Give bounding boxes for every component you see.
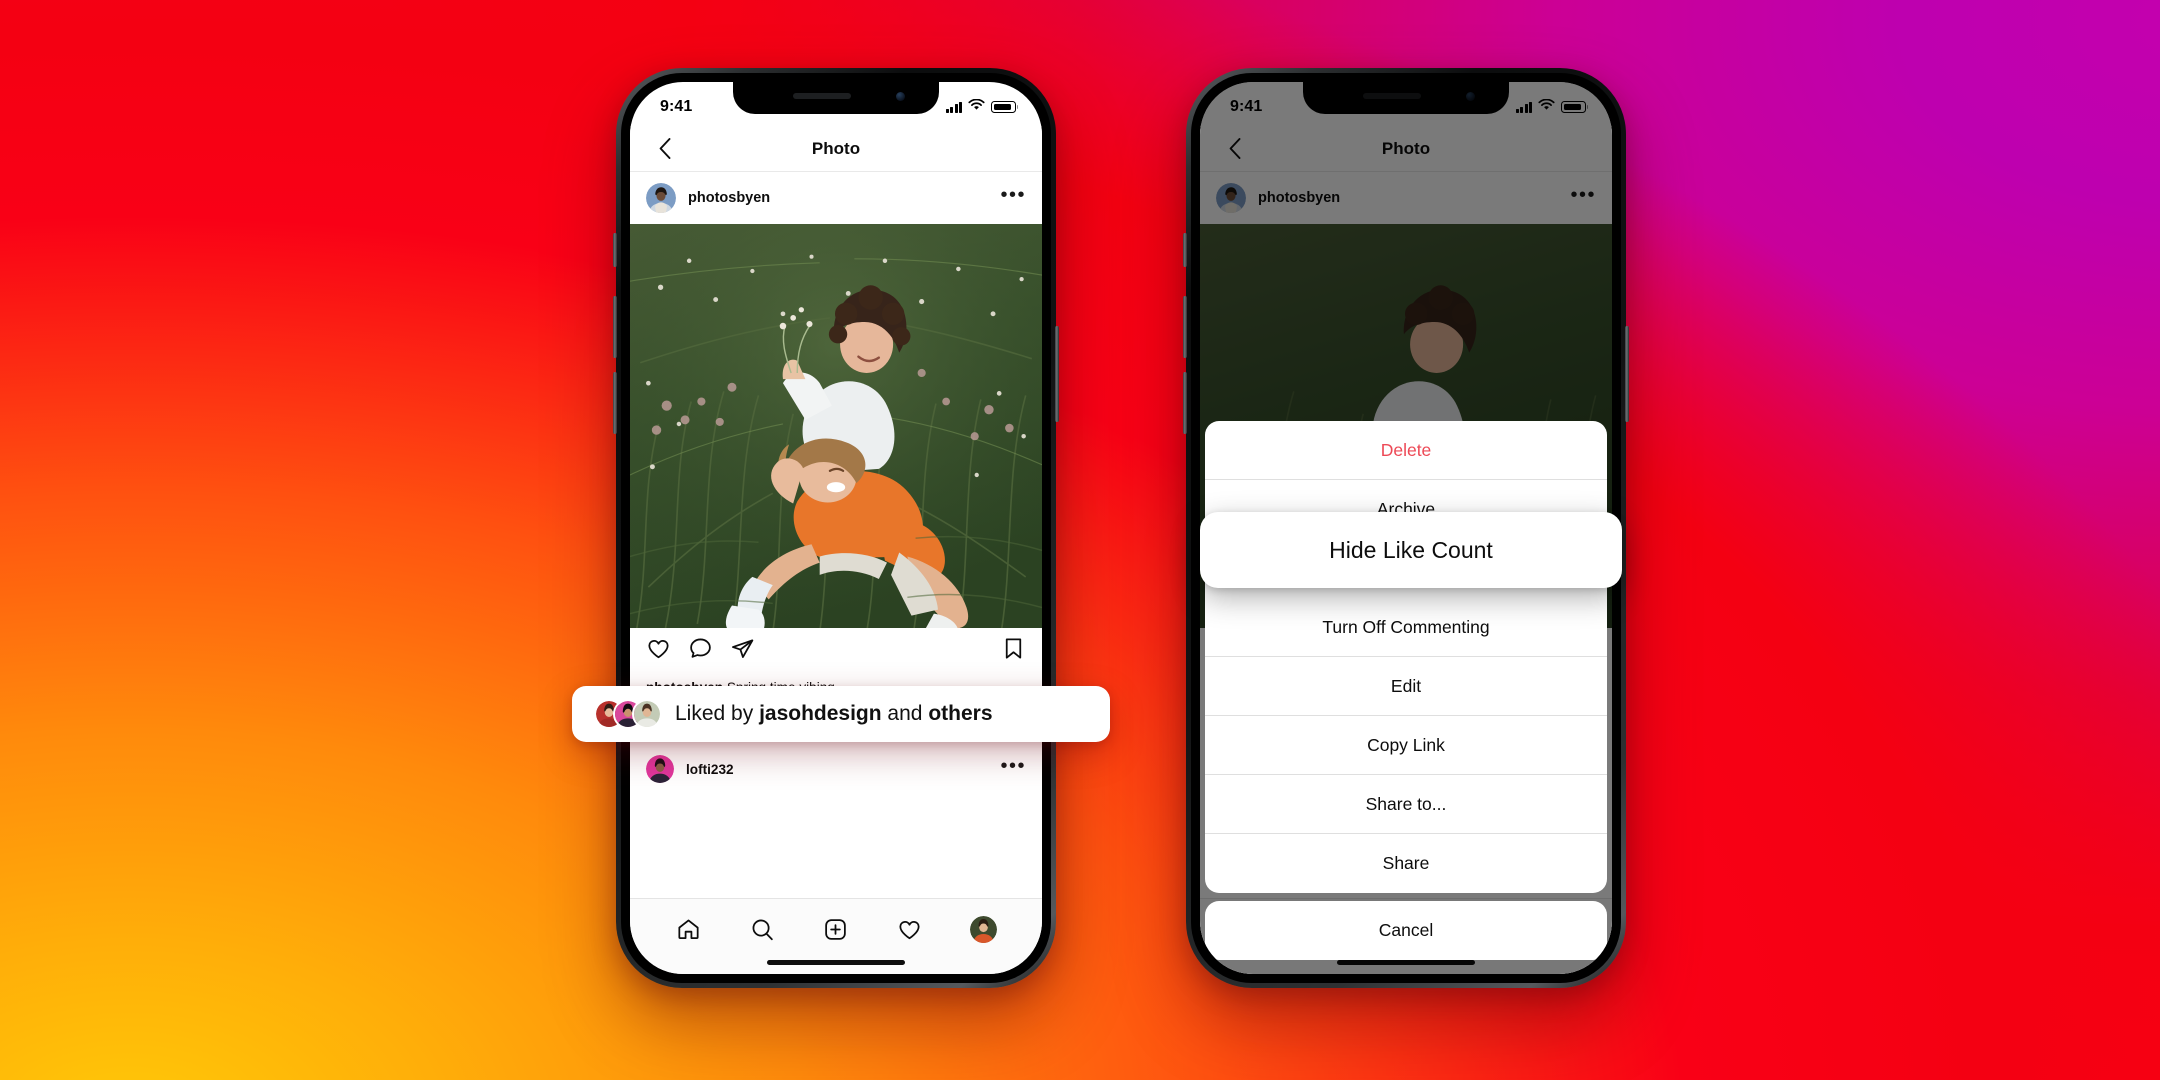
compose-comment-row: lofti232 ••• — [630, 744, 1042, 784]
action-sheet-item-delete[interactable]: Delete — [1205, 421, 1607, 480]
chevron-left-icon — [659, 138, 671, 159]
liked-by-prefix: Liked by — [675, 702, 760, 725]
compose-username[interactable]: lofti232 — [686, 762, 988, 777]
volume-up-button[interactable] — [613, 296, 617, 358]
volume-up-button-right[interactable] — [1183, 296, 1187, 358]
mute-switch-right[interactable] — [1183, 233, 1187, 267]
tab-search[interactable] — [745, 912, 779, 946]
cellular-signal-icon — [945, 101, 962, 113]
action-sheet-item-turn-off-commenting[interactable]: Turn Off Commenting — [1205, 598, 1607, 657]
liked-by-others[interactable]: others — [928, 702, 992, 725]
status-indicators — [945, 98, 1019, 116]
tab-home[interactable] — [672, 912, 706, 946]
power-button-right[interactable] — [1625, 326, 1629, 422]
liked-by-text: Liked by jasohdesign and others — [675, 702, 993, 726]
liked-by-avatar-3 — [632, 699, 662, 729]
compose-avatar[interactable] — [646, 755, 674, 784]
post-header: photosbyen ••• — [630, 172, 1042, 224]
page-title: Photo — [811, 138, 861, 158]
add-post-icon — [825, 918, 847, 940]
tab-activity[interactable] — [893, 912, 927, 946]
heart-icon[interactable] — [646, 636, 671, 666]
action-sheet-cancel-button[interactable]: Cancel — [1205, 901, 1607, 960]
compose-more-button[interactable]: ••• — [1000, 756, 1026, 776]
action-sheet-item-share[interactable]: Share — [1205, 834, 1607, 893]
post-actions — [630, 628, 1042, 674]
battery-icon — [991, 101, 1019, 113]
mute-switch[interactable] — [613, 233, 617, 267]
phone-left: 9:41 Photo photosbyen ••• lofti232 ••• — [613, 68, 1059, 988]
status-time: 9:41 — [660, 98, 693, 115]
power-button[interactable] — [1055, 326, 1059, 422]
post-photo[interactable] — [630, 224, 1042, 628]
tab-profile[interactable] — [966, 912, 1000, 946]
tab-add-post[interactable] — [819, 912, 853, 946]
home-indicator[interactable] — [767, 960, 905, 965]
action-sheet: Delete Archive Hide Like Count Turn Off … — [1205, 421, 1607, 893]
volume-down-button-right[interactable] — [1183, 372, 1187, 434]
phone-bezel: 9:41 Photo photosbyen ••• lofti232 ••• — [621, 73, 1051, 983]
photo-illustration — [630, 224, 1042, 628]
liked-by-avatars — [594, 699, 662, 729]
home-icon — [678, 919, 699, 939]
profile-avatar[interactable] — [969, 915, 997, 943]
liked-by-name[interactable]: jasohdesign — [759, 702, 882, 725]
bookmark-icon[interactable] — [1001, 636, 1026, 666]
nav-bar-left: Photo — [630, 126, 1042, 172]
post-more-button[interactable]: ••• — [1000, 185, 1026, 205]
action-sheet-item-share-to[interactable]: Share to... — [1205, 775, 1607, 834]
post-username[interactable]: photosbyen — [688, 190, 988, 206]
action-sheet-item-copy-link[interactable]: Copy Link — [1205, 716, 1607, 775]
status-bar: 9:41 — [630, 82, 1042, 126]
tab-bar — [630, 898, 1042, 974]
screen-left: 9:41 Photo photosbyen ••• lofti232 ••• — [630, 82, 1042, 974]
liked-by-callout[interactable]: Liked by jasohdesign and others — [572, 686, 1110, 742]
avatar[interactable] — [646, 183, 676, 213]
back-button[interactable] — [650, 134, 680, 164]
share-icon[interactable] — [730, 636, 755, 666]
activity-icon — [899, 920, 920, 939]
liked-by-middle: and — [881, 702, 929, 725]
highlight-hide-like-count[interactable]: Hide Like Count — [1200, 512, 1622, 588]
wifi-icon — [968, 98, 985, 116]
action-sheet-item-edit[interactable]: Edit — [1205, 657, 1607, 716]
highlight-hide-like-count-label: Hide Like Count — [1329, 536, 1493, 563]
search-icon — [752, 919, 773, 940]
comment-icon[interactable] — [688, 636, 713, 666]
volume-down-button[interactable] — [613, 372, 617, 434]
